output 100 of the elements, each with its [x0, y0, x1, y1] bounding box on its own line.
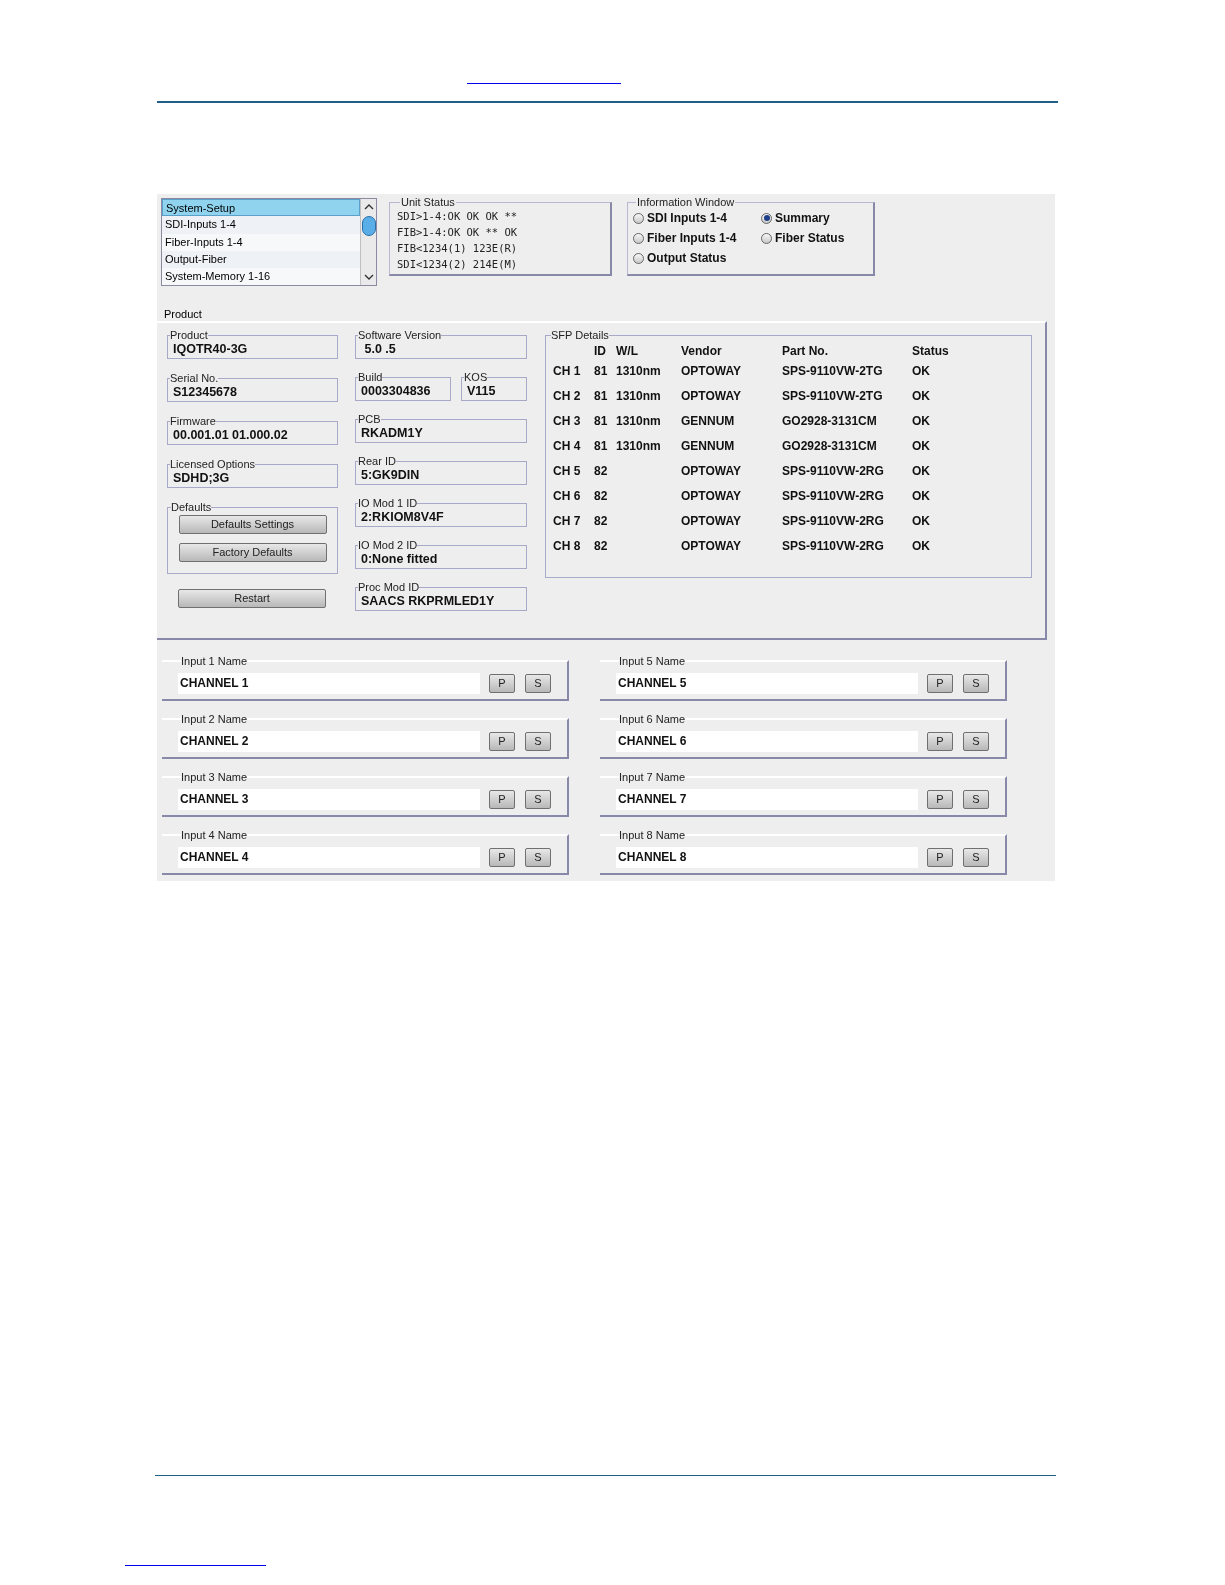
table-cell-text: 82 [594, 488, 609, 505]
table-cell-text: GENNUM [681, 438, 736, 455]
channel-button[interactable]: S [525, 673, 551, 693]
table-cell-text: CH 8 [553, 538, 582, 555]
field-label: IO Mod 2 ID [358, 539, 418, 551]
table-cell-text: CH 5 [553, 463, 582, 480]
table-cell-text: OK [912, 488, 931, 505]
field-label: IO Mod 1 ID [358, 497, 418, 509]
table-cell-text: 1310nm [616, 438, 662, 455]
field-label: Licensed Options [170, 458, 255, 470]
field-value: SDHD;3G [173, 470, 231, 486]
table-cell-text: 1310nm [616, 388, 662, 405]
group-title: Input 7 Name [619, 771, 686, 783]
table-cell-text: CH 7 [553, 513, 582, 530]
table-cell-text: OK [912, 388, 931, 405]
table-cell-text: OK [912, 463, 931, 480]
channel-button[interactable]: S [525, 789, 551, 809]
field-value: 2:RKIOM8V4F [361, 509, 445, 525]
table-cell-text: SPS-9110VW-2RG [782, 513, 885, 530]
table-cell-text: OPTOWAY [681, 513, 743, 530]
field-value: RKADM1Y [361, 425, 424, 441]
field-value: 5.0 .5 [363, 341, 397, 357]
channel-button[interactable]: P [927, 789, 953, 809]
status-line: FIB<1234(1) 123E(R) [397, 241, 519, 256]
field-value: 5:GK9DIN [361, 467, 421, 483]
group-title: Defaults [171, 501, 212, 513]
defaults-button[interactable]: Defaults Settings [178, 515, 327, 534]
channel-button[interactable]: S [525, 731, 551, 751]
channel-button[interactable]: S [963, 789, 989, 809]
channel-button[interactable]: P [927, 847, 953, 867]
input-field[interactable]: CHANNEL 5 [616, 672, 918, 694]
field-value: 0:None fitted [361, 551, 439, 567]
defaults-button[interactable]: Factory Defaults [178, 543, 327, 562]
channel-button[interactable]: P [489, 789, 515, 809]
list-item[interactable]: System-Setup [162, 199, 360, 217]
table-cell-text: GENNUM [681, 413, 736, 430]
status-line: SDI<1234(2) 214E(M) [397, 257, 519, 272]
table-cell-text: SPS-9110VW-2TG [782, 388, 884, 405]
channel-button[interactable]: P [927, 673, 953, 693]
table-cell-text: OK [912, 363, 931, 380]
channel-button[interactable]: S [963, 673, 989, 693]
table-cell-text: OPTOWAY [681, 363, 743, 380]
group-title: Input 5 Name [619, 655, 686, 667]
table-cell-text: 81 [594, 388, 609, 405]
list-item[interactable]: SDI-Inputs 1-4 [162, 216, 360, 234]
radio-label: Summary [775, 210, 830, 227]
scrollbar[interactable] [360, 199, 376, 285]
table-cell-text: CH 6 [553, 488, 582, 505]
group-title: Input 2 Name [181, 713, 248, 725]
radio-button[interactable] [633, 212, 644, 224]
field-label: KOS [464, 371, 488, 383]
table-cell-text: OPTOWAY [681, 538, 743, 555]
channel-button[interactable]: S [963, 847, 989, 867]
table-cell-text: OK [912, 438, 931, 455]
group-title: Input 1 Name [181, 655, 248, 667]
column-header: W/L [616, 343, 639, 359]
radio-button[interactable] [761, 212, 772, 224]
input-field[interactable]: CHANNEL 7 [616, 788, 918, 810]
table-cell-text: SPS-9110VW-2RG [782, 488, 885, 505]
table-cell-text: OPTOWAY [681, 488, 743, 505]
radio-button[interactable] [633, 252, 644, 264]
channel-button[interactable]: P [927, 731, 953, 751]
radio-label: SDI Inputs 1-4 [647, 210, 727, 227]
field-value: IQOTR40-3G [173, 341, 249, 357]
group-title: SFP Details [551, 329, 609, 341]
field-label: Product [170, 329, 208, 341]
input-field[interactable]: CHANNEL 2 [178, 730, 480, 752]
table-cell-text: OPTOWAY [681, 463, 743, 480]
field-value: SAACS RKPRMLED1Y [361, 593, 496, 609]
radio-button[interactable] [633, 232, 644, 244]
chevron-up-icon[interactable] [363, 202, 374, 212]
input-field[interactable]: CHANNEL 1 [178, 672, 480, 694]
table-cell-text: SPS-9110VW-2TG [782, 363, 884, 380]
channel-button[interactable]: S [963, 731, 989, 751]
column-header: ID [594, 343, 607, 359]
table-cell-text: OK [912, 413, 931, 430]
channel-button[interactable]: P [489, 673, 515, 693]
input-field[interactable]: CHANNEL 8 [616, 846, 918, 868]
table-cell-text: OPTOWAY [681, 388, 743, 405]
chevron-down-icon[interactable] [363, 272, 374, 282]
table-cell-text: 1310nm [616, 363, 662, 380]
input-field[interactable]: CHANNEL 3 [178, 788, 480, 810]
scroll-thumb[interactable] [361, 216, 376, 236]
group-title: Input 8 Name [619, 829, 686, 841]
field-label: Firmware [170, 415, 216, 427]
table-cell-text: 81 [594, 438, 609, 455]
channel-button[interactable]: S [525, 847, 551, 867]
restart-button[interactable]: Restart [178, 589, 326, 608]
group-title: Unit Status [400, 196, 456, 208]
table-cell-text: 82 [594, 463, 609, 480]
field-label: PCB [358, 413, 381, 425]
channel-button[interactable]: P [489, 847, 515, 867]
channel-button[interactable]: P [489, 731, 515, 751]
input-field[interactable]: CHANNEL 6 [616, 730, 918, 752]
group-title: Information Window [636, 196, 736, 208]
input-field[interactable]: CHANNEL 4 [178, 846, 480, 868]
radio-button[interactable] [761, 232, 772, 244]
table-cell-text: CH 3 [553, 413, 582, 430]
table-cell-text: CH 4 [553, 438, 582, 455]
group-title: Input 4 Name [181, 829, 248, 841]
